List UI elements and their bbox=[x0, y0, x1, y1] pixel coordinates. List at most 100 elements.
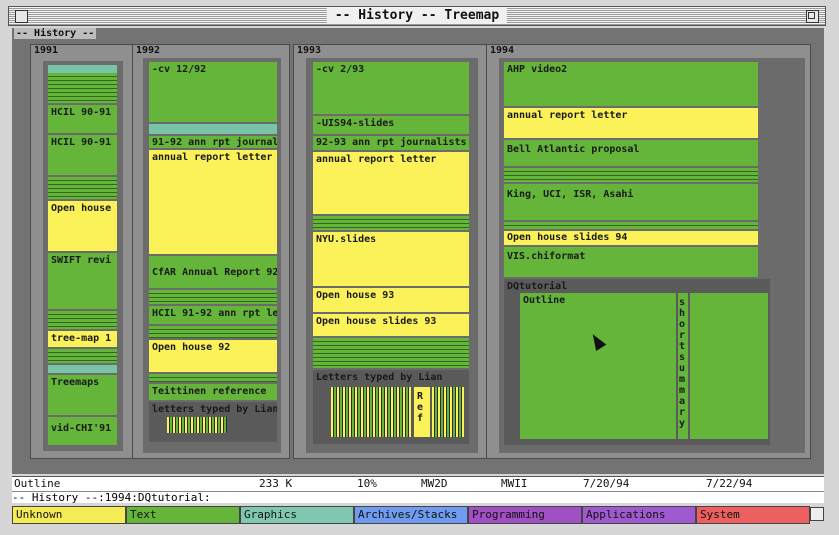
file-cell[interactable] bbox=[48, 73, 117, 103]
cell-label: HCIL 90-91 bbox=[51, 137, 112, 148]
file-cell[interactable]: 91-92 ann rpt journals bbox=[149, 136, 277, 148]
file-cell[interactable]: HCIL 90-91 bbox=[48, 105, 117, 133]
file-cell[interactable]: vid-CHI'91 bbox=[48, 417, 117, 445]
cell-label: -cv 12/92 bbox=[152, 64, 207, 75]
year-label: 1991 bbox=[34, 45, 59, 56]
file-type-legend: Unknown Text Graphics Archives/Stacks Pr… bbox=[12, 506, 824, 524]
file-cell[interactable]: short summary bbox=[678, 293, 688, 439]
file-cell[interactable]: Teittinen reference bbox=[149, 384, 277, 400]
file-cell[interactable]: tree-map 1 bbox=[48, 331, 117, 347]
cell-label: King, UCI, ISR, Asahi bbox=[507, 189, 634, 200]
file-cell[interactable]: AHP video2 bbox=[504, 62, 758, 106]
window-title: -- History -- Treemap bbox=[326, 8, 508, 24]
legend-text[interactable]: Text bbox=[126, 506, 240, 524]
legend-graphics[interactable]: Graphics bbox=[240, 506, 354, 524]
grow-box-icon[interactable] bbox=[810, 507, 824, 521]
cell-label: HCIL 91-92 ann rpt letter bbox=[152, 308, 277, 319]
file-cell[interactable]: Ref bbox=[414, 387, 430, 437]
file-cell[interactable]: SWIFT revi bbox=[48, 253, 117, 309]
root-label: -- History -- bbox=[14, 28, 97, 39]
file-cell[interactable] bbox=[48, 349, 117, 363]
file-cell[interactable]: 92-93 ann rpt journalists bbox=[313, 136, 469, 150]
file-cell[interactable] bbox=[48, 177, 117, 199]
file-cell[interactable]: CfAR Annual Report 92 bbox=[149, 256, 277, 288]
file-cell[interactable]: Treemaps bbox=[48, 375, 117, 415]
cell-label: Letters typed by Lian bbox=[316, 372, 443, 383]
file-cell[interactable]: annual report letter bbox=[313, 152, 469, 214]
year-label: 1992 bbox=[136, 45, 161, 56]
file-cell[interactable] bbox=[167, 417, 227, 433]
file-cell[interactable]: -UIS94-slides bbox=[313, 116, 469, 134]
cell-label: Open house bbox=[51, 203, 112, 214]
file-cell[interactable] bbox=[313, 216, 469, 230]
file-cell[interactable]: -cv 12/92 bbox=[149, 62, 277, 122]
file-cell[interactable] bbox=[48, 365, 117, 373]
legend-system[interactable]: System bbox=[696, 506, 810, 524]
cell-label: Outline bbox=[523, 295, 566, 306]
file-cell[interactable]: Open house slides 94 bbox=[504, 231, 758, 245]
current-path: -- History --:1994:DQtutorial: bbox=[12, 491, 824, 504]
cell-label: vid-CHI'91 bbox=[51, 423, 112, 434]
file-cell[interactable]: annual report letter bbox=[504, 108, 758, 138]
cell-label: Open house 92 bbox=[152, 342, 231, 353]
cell-label: CfAR Annual Report 92 bbox=[152, 267, 277, 278]
file-cell[interactable] bbox=[432, 387, 464, 437]
year-1992[interactable]: 1992 -cv 12/92 91-92 ann rpt journals an… bbox=[132, 44, 290, 459]
file-cell[interactable] bbox=[504, 222, 758, 229]
close-box-icon[interactable] bbox=[15, 10, 28, 23]
file-cell[interactable] bbox=[690, 293, 768, 439]
file-cell[interactable]: NYU.slides bbox=[313, 232, 469, 286]
file-cell[interactable]: HCIL 91-92 ann rpt letter bbox=[149, 306, 277, 324]
file-cell[interactable]: King, UCI, ISR, Asahi bbox=[504, 184, 758, 220]
outline-cell[interactable]: Outline bbox=[520, 293, 676, 439]
cell-label: Open house slides 94 bbox=[507, 232, 628, 243]
file-cell[interactable] bbox=[48, 65, 117, 73]
cell-label: -UIS94-slides bbox=[316, 118, 395, 129]
treemap-window: -- History -- Treemap -- History -- 1991… bbox=[0, 0, 839, 535]
status-panel: Outline 233 K 10% MW2D MWII 7/20/94 7/22… bbox=[12, 476, 824, 504]
year-1991[interactable]: 1991 HCIL 90-91 HCIL 90-91 Open house SW… bbox=[30, 44, 133, 459]
file-cell[interactable]: Open house 93 bbox=[313, 288, 469, 312]
file-cell[interactable] bbox=[313, 338, 469, 368]
cell-label: Treemaps bbox=[51, 377, 100, 388]
status-type: MW2D bbox=[421, 477, 448, 490]
status-modified: 7/22/94 bbox=[706, 477, 753, 490]
status-name: Outline bbox=[14, 477, 61, 490]
legend-unknown[interactable]: Unknown bbox=[12, 506, 126, 524]
year-1993[interactable]: 1993 -cv 2/93 -UIS94-slides 92-93 ann rp… bbox=[293, 44, 487, 459]
file-cell[interactable] bbox=[149, 374, 277, 382]
file-cell[interactable]: annual report letter bbox=[149, 150, 277, 254]
status-created: 7/20/94 bbox=[583, 477, 630, 490]
status-percent: 10% bbox=[357, 477, 377, 490]
cell-label: annual report letter bbox=[316, 154, 437, 165]
cell-label: -cv 2/93 bbox=[316, 64, 365, 75]
file-cell[interactable] bbox=[149, 326, 277, 338]
file-cell[interactable] bbox=[149, 124, 277, 134]
cell-label: NYU.slides bbox=[316, 234, 377, 245]
cell-label: short summary bbox=[679, 297, 686, 429]
year-1994[interactable]: 1994 AHP video2 annual report letter Bel… bbox=[486, 44, 811, 459]
legend-programming[interactable]: Programming bbox=[468, 506, 582, 524]
file-cell[interactable]: HCIL 90-91 bbox=[48, 135, 117, 175]
file-cell[interactable]: Open house bbox=[48, 201, 117, 251]
year-label: 1994 bbox=[490, 45, 515, 56]
cell-label: Open house slides 93 bbox=[316, 316, 437, 327]
zoom-box-icon[interactable] bbox=[806, 10, 819, 23]
legend-archives-stacks[interactable]: Archives/Stacks bbox=[354, 506, 468, 524]
treemap-canvas[interactable]: -- History -- 1991 HCIL 90-91 HCIL 90-91… bbox=[12, 28, 824, 474]
legend-applications[interactable]: Applications bbox=[582, 506, 696, 524]
file-cell[interactable] bbox=[48, 311, 117, 329]
file-cell[interactable] bbox=[331, 387, 411, 437]
title-bar[interactable]: -- History -- Treemap bbox=[8, 6, 826, 26]
file-cell[interactable]: VIS.chiformat bbox=[504, 247, 758, 277]
year-label: 1993 bbox=[297, 45, 322, 56]
file-cell[interactable]: Bell Atlantic proposal bbox=[504, 140, 758, 166]
file-cell[interactable] bbox=[504, 168, 758, 182]
cell-label: DQtutorial bbox=[507, 281, 568, 292]
cell-label: Open house 93 bbox=[316, 290, 395, 301]
file-cell[interactable]: -cv 2/93 bbox=[313, 62, 469, 114]
cell-label: VIS.chiformat bbox=[507, 251, 586, 262]
file-cell[interactable]: Open house 92 bbox=[149, 340, 277, 372]
file-cell[interactable] bbox=[149, 290, 277, 304]
file-cell[interactable]: Open house slides 93 bbox=[313, 314, 469, 336]
